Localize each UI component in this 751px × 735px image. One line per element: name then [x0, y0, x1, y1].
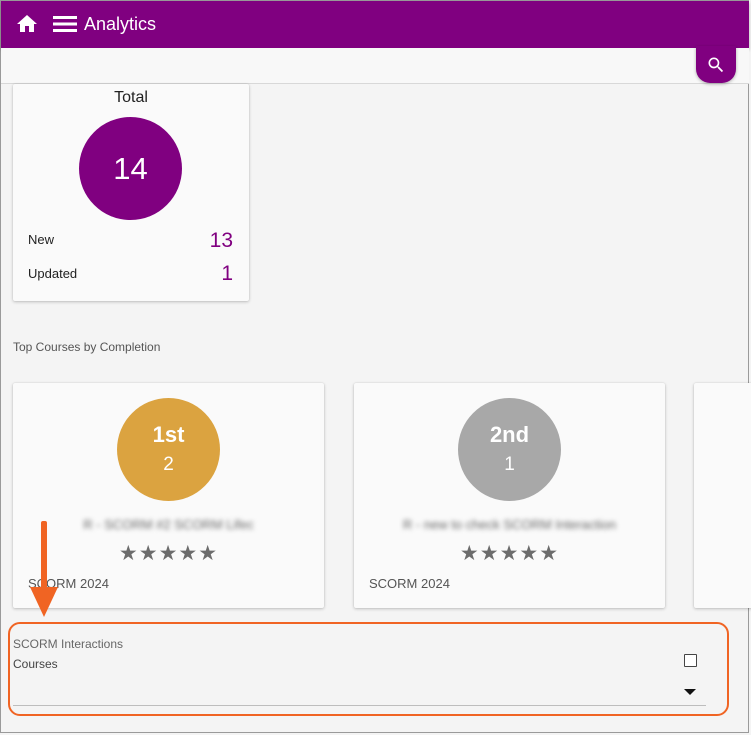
rank-place: 2nd	[489, 422, 530, 447]
rank-badge-2: 2nd 1	[458, 398, 561, 501]
search-button[interactable]	[696, 46, 736, 83]
course-title: R - new to check SCORM Interaction	[402, 517, 617, 532]
courses-dropdown[interactable]	[13, 676, 706, 706]
updated-label: Updated	[28, 266, 78, 281]
arrow-down-icon	[30, 521, 58, 617]
section-label-scorm-interactions: SCORM Interactions	[13, 637, 124, 651]
total-card: Total 14 New 13 Updated 1	[13, 84, 249, 301]
rank-badge-1: 1st 2	[117, 398, 220, 501]
course-card-2[interactable]: 2nd 1 R - new to check SCORM Interaction…	[354, 383, 665, 608]
select-all-checkbox[interactable]	[684, 654, 697, 667]
search-icon	[708, 57, 724, 73]
new-value: 13	[209, 229, 233, 252]
star-rating[interactable]: ★★★★★	[354, 541, 665, 566]
new-label: New	[28, 232, 55, 247]
rank-count: 1	[504, 454, 515, 475]
page-title: Analytics	[84, 14, 157, 34]
toolbar	[1, 48, 749, 84]
course-card-3[interactable]	[694, 383, 751, 608]
rank-place: 1st	[152, 422, 185, 447]
section-label-top-courses: Top Courses by Completion	[13, 340, 161, 354]
app-bar: Analytics	[1, 1, 749, 48]
menu-icon[interactable]	[52, 12, 78, 36]
rank-count: 2	[163, 454, 174, 475]
course-type: SCORM 2024	[369, 576, 450, 591]
home-icon[interactable]	[15, 12, 39, 36]
total-title: Total	[114, 89, 148, 106]
chevron-down-icon[interactable]	[684, 689, 696, 695]
total-count: 14	[79, 117, 182, 220]
courses-label: Courses	[13, 657, 58, 671]
updated-value: 1	[221, 262, 233, 285]
